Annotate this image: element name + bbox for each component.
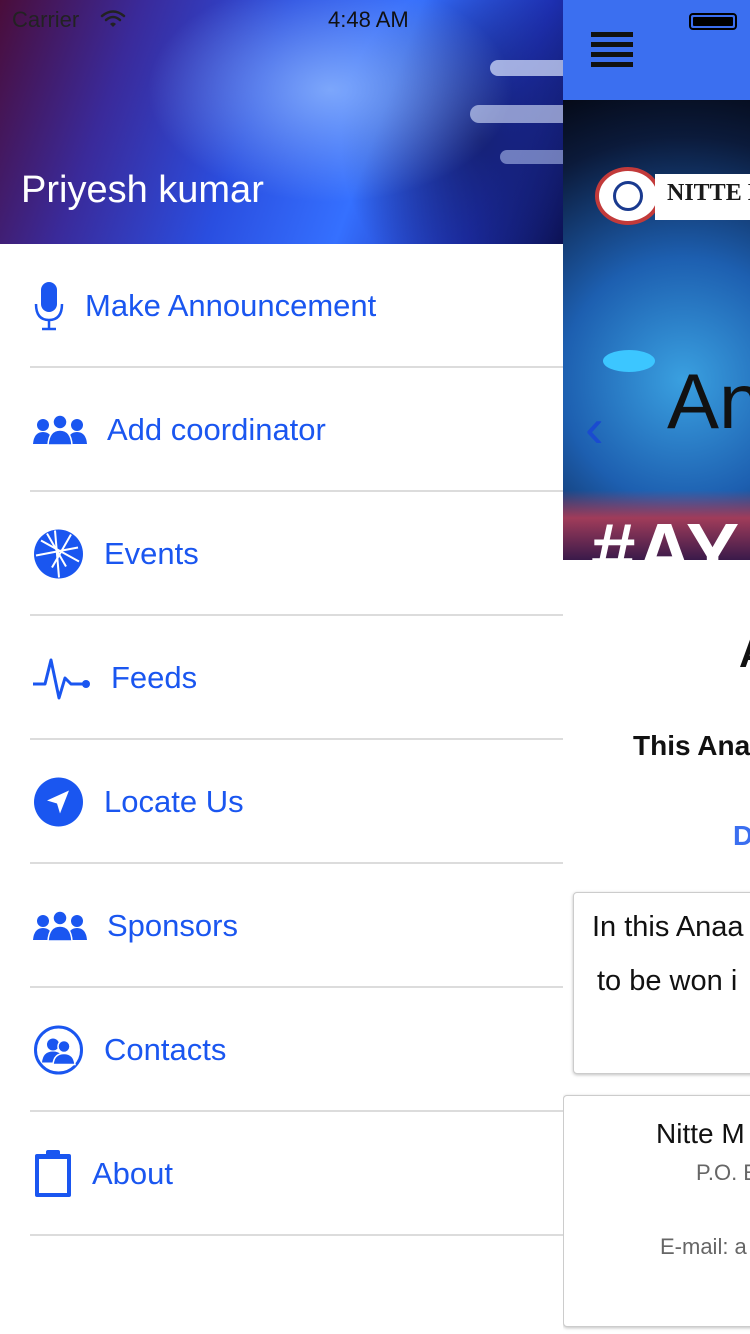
event-banner: NITTE N An #AY ‹ (563, 100, 750, 560)
banner-brand-text: NITTE N (667, 180, 750, 206)
description-card: In this Anaa to be won i (573, 892, 750, 1074)
menu-item-label: Add coordinator (107, 412, 326, 447)
description-line-2: to be won i (597, 965, 738, 997)
description-line-1: In this Anaa (592, 911, 744, 943)
navigation-drawer: Carrier 4:48 AM Priyesh kumar Make Annou… (0, 0, 563, 1334)
menu-item-contacts[interactable]: Contacts (0, 988, 563, 1112)
header-background-streak (500, 150, 563, 164)
group-icon (33, 414, 87, 446)
header-background-streak (490, 60, 563, 76)
menu-item-label: Feeds (111, 660, 198, 695)
contact-address: P.O. E (696, 1160, 750, 1185)
banner-hashtag: #AY (591, 507, 740, 561)
banner-title: An (667, 357, 750, 445)
top-navigation-bar (563, 0, 750, 100)
menu-divider (30, 1234, 563, 1236)
drawer-header: Carrier 4:48 AM Priyesh kumar (0, 0, 563, 244)
menu-item-label: About (92, 1156, 174, 1191)
menu-item-about[interactable]: About (0, 1112, 563, 1236)
college-logo (595, 167, 661, 225)
location-arrow-icon (34, 777, 83, 827)
event-heading: A (739, 632, 750, 677)
menu-item-locate-us[interactable]: Locate Us (0, 740, 563, 864)
menu-item-label: Events (104, 536, 199, 571)
wifi-icon (100, 10, 126, 27)
aperture-icon (34, 529, 83, 579)
menu-item-make-announcement[interactable]: Make Announcement (0, 244, 563, 368)
event-link[interactable]: D (733, 820, 750, 852)
pulse-icon (33, 658, 90, 700)
status-carrier: Carrier (12, 7, 80, 32)
event-subheading: This Ana (633, 730, 750, 761)
contact-card: Nitte M P.O. E E-mail: a (563, 1095, 750, 1327)
contact-name: Nitte M (656, 1118, 745, 1149)
menu-item-label: Make Announcement (85, 288, 377, 323)
header-background-streak (470, 105, 563, 123)
fish-image (603, 350, 655, 372)
menu-item-add-coordinator[interactable]: Add coordinator (0, 368, 563, 492)
menu-item-feeds[interactable]: Feeds (0, 616, 563, 740)
contacts-icon (34, 1025, 83, 1075)
menu-item-events[interactable]: Events (0, 492, 563, 616)
clipboard-icon (35, 1150, 71, 1197)
menu-item-label: Sponsors (107, 908, 238, 943)
contact-email: E-mail: a (660, 1234, 747, 1259)
main-content: NITTE N An #AY ‹ A This Ana D In this An… (563, 0, 750, 1334)
battery-icon (689, 13, 737, 30)
microphone-icon (34, 282, 64, 331)
menu-item-sponsors[interactable]: Sponsors (0, 864, 563, 988)
hamburger-menu-button[interactable] (591, 32, 633, 68)
status-time: 4:48 AM (328, 7, 409, 32)
menu-item-label: Contacts (104, 1032, 227, 1067)
menu-item-label: Locate Us (104, 784, 244, 819)
user-name: Priyesh kumar (21, 169, 264, 211)
banner-previous-button[interactable]: ‹ (585, 400, 604, 456)
group-icon (33, 910, 87, 942)
